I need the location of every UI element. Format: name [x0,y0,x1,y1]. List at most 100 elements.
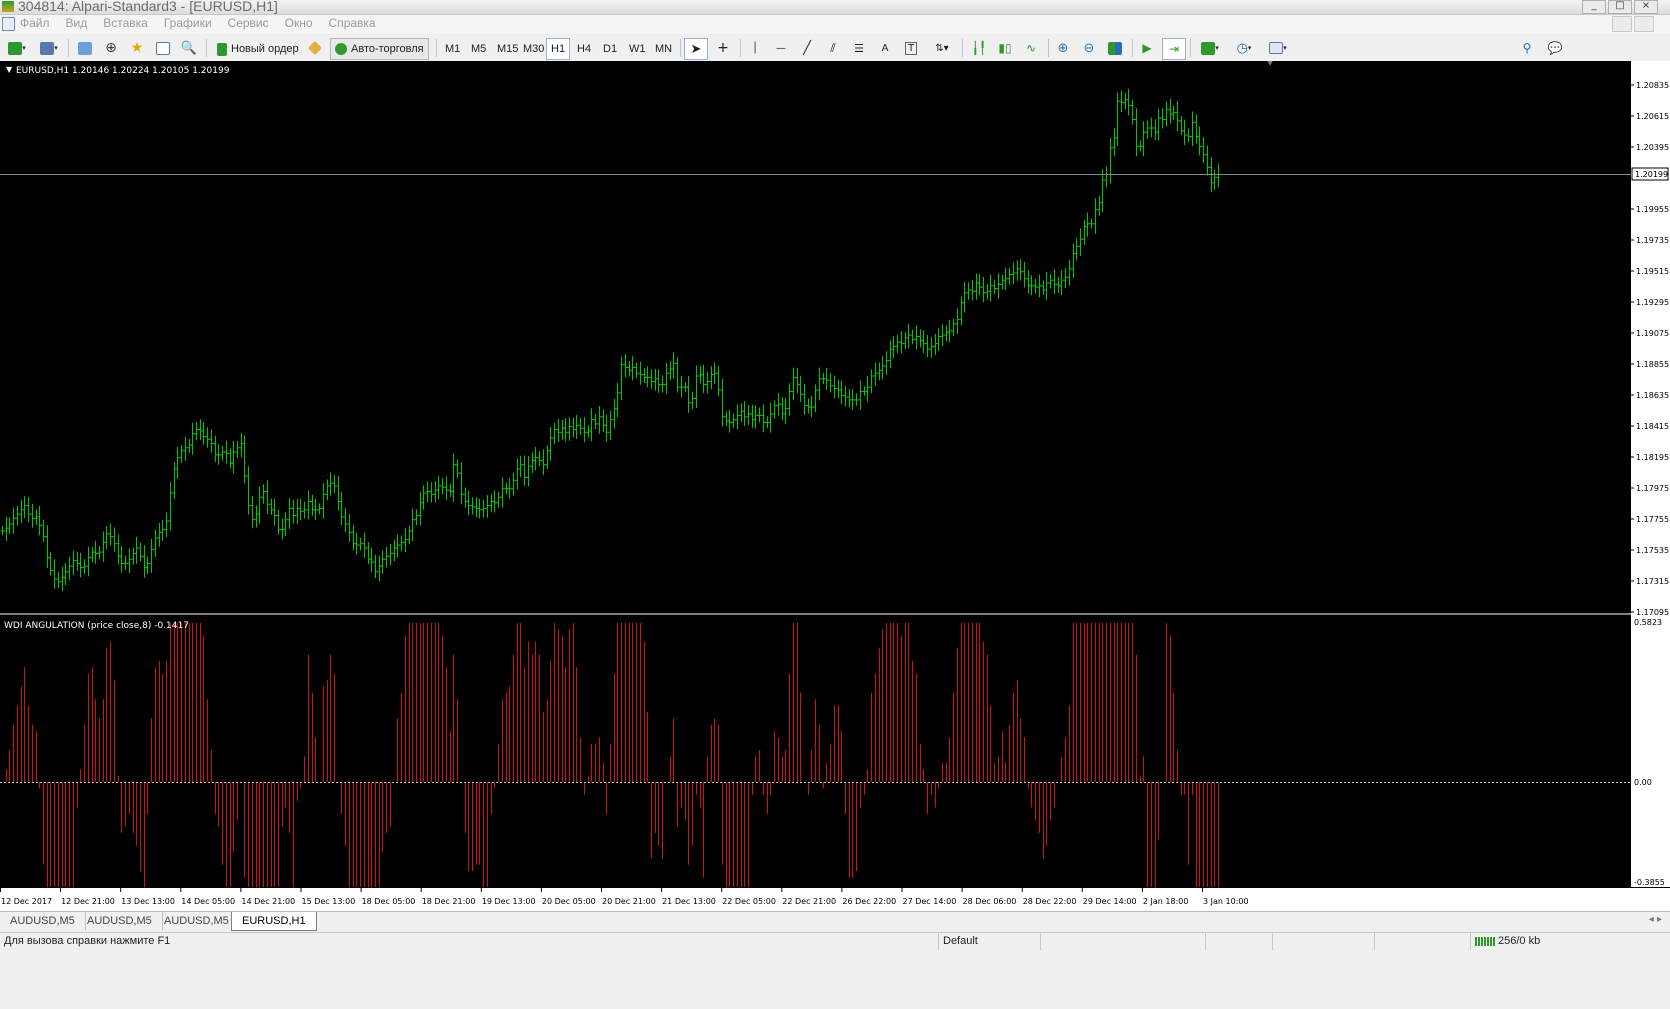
mdi-restore-button[interactable] [1634,16,1654,32]
arrows-tool[interactable]: ⇅▾ [928,38,956,58]
price-bar [1205,145,1210,176]
zoom-out-button[interactable]: ⊖ [1078,38,1100,58]
menu-window[interactable]: Окно [285,16,313,30]
metaeditor-button[interactable] [304,38,326,58]
price-bar [205,427,210,448]
price-bar [1059,269,1064,296]
menu-tools[interactable]: Сервис [228,16,269,30]
time-axis[interactable]: 12 Dec 2017 12 Dec 21:00 13 Dec 13:00 14 De… [0,887,1670,912]
trendline-tool[interactable]: ╱ [796,38,818,58]
price-bar [104,526,109,550]
chat-button[interactable]: 💬 [1544,38,1566,58]
price-bar [78,552,83,578]
tab-audusd-m5-3[interactable]: AUDUSD,M5 [154,912,240,930]
price-tick-label: 1.18415 [1636,422,1669,431]
timeframe-h1[interactable]: H1 [546,38,571,60]
tab-audusd-m5-2[interactable]: AUDUSD,M5 [77,912,163,930]
price-bar [619,356,624,401]
chart-window[interactable]: ▼ EURUSD,H1 1.20146 1.20224 1.20105 1.20… [0,61,1631,887]
mdi-minimize-button[interactable] [1612,16,1632,32]
market-watch-button[interactable] [74,38,96,58]
time-tick-label: 18 Dec 05:00 [362,897,416,906]
menu-view[interactable]: Вид [66,16,88,30]
price-bar [160,519,165,542]
new-order-button[interactable]: Новый ордер [212,38,304,60]
text-label-tool[interactable]: T [900,38,922,58]
tile-windows-button[interactable] [1104,38,1126,58]
timeframe-d1[interactable]: D1 [598,38,622,60]
timeframe-m30[interactable]: M30 [518,38,549,60]
price-bar [373,554,378,579]
new-chart-button[interactable]: ▾ [4,38,30,58]
arrows-icon: ⇅▾ [935,42,949,54]
minimize-button[interactable]: _ [1582,0,1606,14]
price-bar [1153,119,1158,141]
timeframe-m5[interactable]: M5 [466,38,491,60]
price-bar [921,330,926,353]
navigator-button[interactable]: ⊕ [100,38,122,58]
pane-separator[interactable] [0,613,1631,615]
price-bar [492,490,497,513]
price-bar [19,499,24,524]
cursor-tool[interactable]: ➤ [684,38,708,60]
chart-canvas[interactable]: ▼ EURUSD,H1 1.20146 1.20224 1.20105 1.20… [0,61,1631,887]
zoom-out-icon: ⊖ [1083,40,1095,56]
templates-button[interactable]: ▾ [1264,38,1292,58]
indicators-button[interactable]: ▾ [1196,38,1224,58]
bar-chart-button[interactable]: ╽╿ [968,38,990,58]
terminal-button[interactable] [152,38,174,58]
tab-scroll-arrows[interactable]: ◂ ▸ [1649,914,1662,925]
candlestick-button[interactable]: ▮▯ [994,38,1016,58]
crosshair-tool[interactable]: + [712,38,734,58]
strategy-tester-button[interactable]: 🔍 [178,38,200,58]
favorites-button[interactable]: ★ [126,38,148,58]
price-bar [739,403,744,423]
menu-file[interactable]: Файл [20,16,50,30]
new-order-label: Новый ордер [231,43,299,55]
price-bar [671,352,676,379]
fibonacci-tool[interactable]: ☰ [848,38,870,58]
menu-help[interactable]: Справка [329,16,376,30]
price-bar [1164,101,1169,127]
timeframe-h4[interactable]: H4 [572,38,596,60]
periods-button[interactable]: ◷ ▾ [1230,38,1258,58]
vertical-line-tool[interactable]: │ [744,38,766,58]
profiles-button[interactable]: ▾ [36,38,62,58]
price-bar [343,508,348,532]
close-button[interactable]: × [1634,0,1658,14]
price-axis[interactable]: 1.20835 1.20615 1.20395 1.19955 1.19735 1.195… [1631,61,1670,887]
autotrading-button[interactable]: Авто-торговля [330,38,429,60]
price-bar [537,451,542,467]
price-bar [287,498,292,530]
price-bar [724,411,729,426]
search-button[interactable]: ⚲ [1516,38,1538,58]
tab-eurusd-h1[interactable]: EURUSD,H1 [231,912,317,931]
price-bar [709,366,714,390]
text-tool[interactable]: A [874,38,896,58]
price-bar [515,458,520,490]
maximize-button[interactable]: □ [1608,0,1632,14]
document-icon[interactable] [2,17,15,31]
menu-insert[interactable]: Вставка [103,16,148,30]
line-chart-icon: ∿ [1025,41,1037,55]
chart-shift-button[interactable]: ⇥ [1162,38,1186,60]
price-bar [802,383,807,415]
status-section-1 [1040,933,1205,950]
menu-charts[interactable]: Графики [164,16,212,30]
price-bar [209,429,214,453]
price-bar [276,509,281,535]
channel-tool[interactable]: ⫽ [822,38,844,58]
indicators-icon [1201,41,1216,55]
time-tick-label: 14 Dec 05:00 [181,897,235,906]
autoscroll-button[interactable]: ▶ [1136,38,1158,58]
timeframe-w1[interactable]: W1 [624,38,651,60]
price-bar [772,400,777,419]
price-bar [906,323,911,349]
price-bar [1044,271,1049,301]
tab-audusd-m5-1[interactable]: AUDUSD,M5 [0,912,86,930]
line-chart-button[interactable]: ∿ [1020,38,1042,58]
timeframe-mn[interactable]: MN [650,38,677,60]
timeframe-m1[interactable]: M1 [440,38,465,60]
zoom-in-button[interactable]: ⊕ [1052,38,1074,58]
horizontal-line-tool[interactable]: — [770,38,792,58]
